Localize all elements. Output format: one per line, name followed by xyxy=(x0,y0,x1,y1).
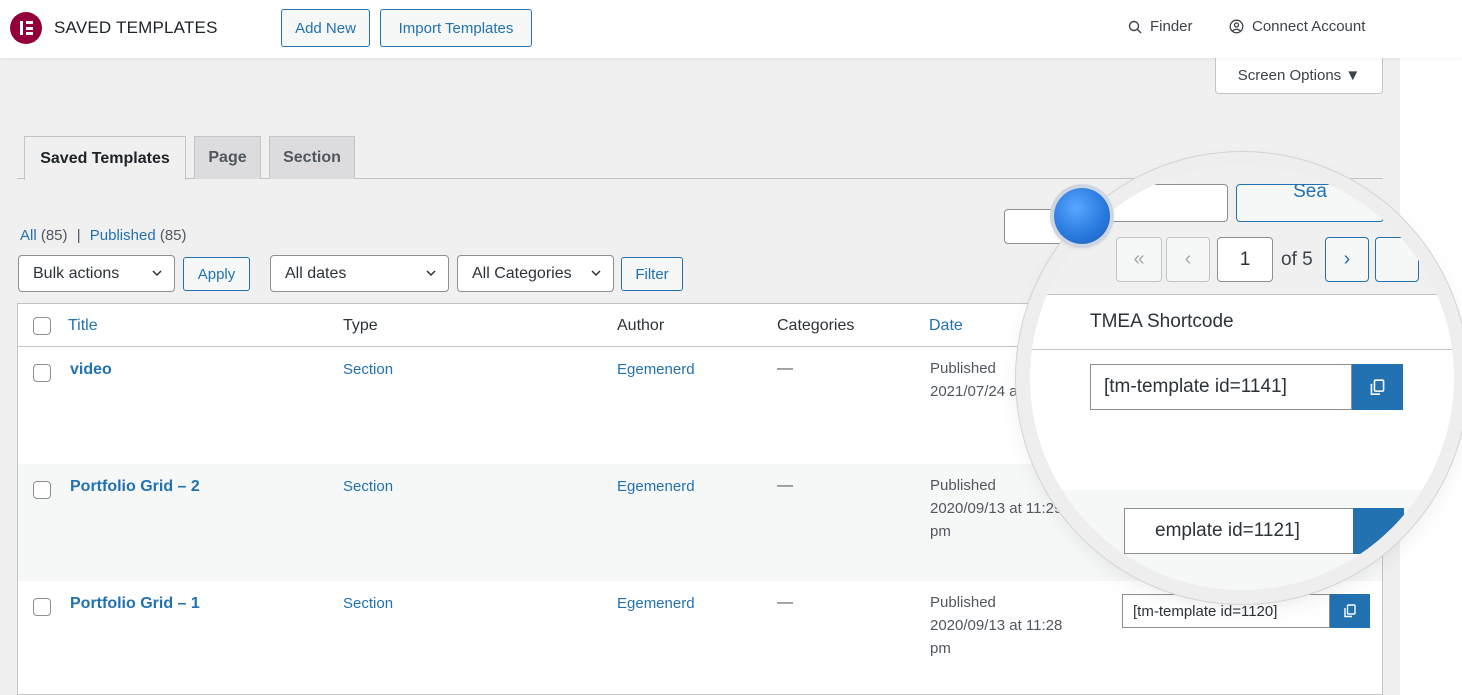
row-date-value: 2021/07/24 at xyxy=(930,383,1022,400)
connect-account-button[interactable]: Connect Account xyxy=(1229,18,1365,35)
separator: | xyxy=(76,227,81,244)
page-title: SAVED TEMPLATES xyxy=(54,18,218,37)
magnified-row: emplate id=1121] xyxy=(1030,490,1454,590)
apply-button[interactable]: Apply xyxy=(183,257,250,291)
shortcode-field: [tm-template id=1120] xyxy=(1122,594,1370,628)
tab-saved-templates[interactable]: Saved Templates xyxy=(24,136,186,180)
shortcode-input[interactable]: [tm-template id=1141] xyxy=(1090,364,1352,410)
column-type: Type xyxy=(343,317,378,334)
prev-page-button[interactable]: ‹ xyxy=(1166,237,1210,282)
column-categories: Categories xyxy=(777,317,855,334)
filter-published-link[interactable]: Published xyxy=(90,227,156,244)
copy-shortcode-button[interactable] xyxy=(1353,508,1404,554)
tab-section[interactable]: Section xyxy=(269,136,355,179)
table-row: Portfolio Grid – 1 Section Egemenerd — P… xyxy=(18,581,1382,694)
user-circle-icon xyxy=(1229,19,1244,34)
row-author-link[interactable]: Egemenerd xyxy=(617,361,695,378)
magnified-row: [tm-template id=1141] xyxy=(1030,350,1454,490)
copy-shortcode-button[interactable] xyxy=(1330,594,1370,628)
row-type-link[interactable]: Section xyxy=(343,361,393,378)
row-date: Published 2021/07/24 at xyxy=(930,357,1022,403)
last-page-button[interactable] xyxy=(1375,237,1419,282)
column-author: Author xyxy=(617,317,665,334)
select-all-checkbox[interactable] xyxy=(33,317,51,335)
row-checkbox[interactable] xyxy=(33,598,51,616)
row-date-suffix: pm xyxy=(930,640,951,657)
magnified-table-header: TMEA Shortcode xyxy=(1030,294,1454,350)
current-page-input[interactable]: 1 xyxy=(1217,237,1273,282)
copy-icon xyxy=(1344,604,1356,618)
chevron-down-icon xyxy=(152,270,162,277)
add-new-button[interactable]: Add New xyxy=(281,9,370,47)
bulk-actions-value: Bulk actions xyxy=(33,264,120,282)
next-page-button[interactable]: › xyxy=(1325,237,1369,282)
first-page-button[interactable]: « xyxy=(1116,237,1162,282)
import-templates-button[interactable]: Import Templates xyxy=(380,9,532,47)
column-date[interactable]: Date xyxy=(929,317,963,335)
page-count: of 5 xyxy=(1281,249,1313,270)
row-status: Published xyxy=(930,594,996,611)
row-status: Published xyxy=(930,360,996,377)
magnified-shortcode-field: [tm-template id=1141] xyxy=(1090,364,1403,410)
row-title-link[interactable]: video xyxy=(70,361,112,379)
row-categories: — xyxy=(777,477,793,494)
status-filter-links: All (85) | Published (85) xyxy=(20,227,187,244)
magnifier-handle-icon xyxy=(1054,188,1110,244)
row-type-link[interactable]: Section xyxy=(343,478,393,495)
dates-value: All dates xyxy=(285,264,347,282)
row-type-link[interactable]: Section xyxy=(343,595,393,612)
dates-select[interactable]: All dates xyxy=(270,255,449,292)
elementor-logo-icon xyxy=(10,12,42,44)
row-author-link[interactable]: Egemenerd xyxy=(617,595,695,612)
row-author-link[interactable]: Egemenerd xyxy=(617,478,695,495)
row-date: Published 2020/09/13 at 11:28 pm xyxy=(930,591,1062,660)
shortcode-input[interactable]: emplate id=1121] xyxy=(1124,508,1354,554)
row-categories: — xyxy=(777,360,793,377)
row-checkbox[interactable] xyxy=(33,364,51,382)
row-categories: — xyxy=(777,594,793,611)
chevron-down-icon xyxy=(591,270,601,277)
connect-account-label: Connect Account xyxy=(1252,18,1366,35)
categories-select[interactable]: All Categories xyxy=(457,255,614,292)
screen-options-button[interactable]: Screen Options ▼ xyxy=(1215,57,1383,94)
row-date-value: 2020/09/13 at 11:28 xyxy=(930,617,1063,634)
bulk-actions-select[interactable]: Bulk actions xyxy=(18,255,175,292)
row-title-link[interactable]: Portfolio Grid – 2 xyxy=(70,478,200,496)
row-title-link[interactable]: Portfolio Grid – 1 xyxy=(70,595,200,613)
magnified-search-button[interactable]: Sea xyxy=(1236,184,1384,222)
filter-all-link[interactable]: All xyxy=(20,227,37,244)
copy-shortcode-button[interactable] xyxy=(1352,364,1403,410)
search-icon xyxy=(1128,20,1142,33)
column-title[interactable]: Title xyxy=(68,317,98,335)
magnified-search-input[interactable] xyxy=(1108,184,1228,222)
row-checkbox[interactable] xyxy=(33,481,51,499)
finder-label: Finder xyxy=(1150,18,1193,35)
top-bar: SAVED TEMPLATES Add New Import Templates… xyxy=(0,0,1462,58)
filter-published-count: (85) xyxy=(159,227,187,244)
shortcode-input[interactable]: [tm-template id=1120] xyxy=(1122,594,1330,628)
finder-button[interactable]: Finder xyxy=(1128,18,1193,35)
column-tmea-shortcode: TMEA Shortcode xyxy=(1090,311,1234,332)
copy-icon xyxy=(1370,378,1385,395)
filter-all-count: (85) xyxy=(40,227,68,244)
chevron-down-icon xyxy=(426,270,436,277)
tab-page[interactable]: Page xyxy=(194,136,261,179)
categories-value: All Categories xyxy=(472,264,572,282)
filter-button[interactable]: Filter xyxy=(621,257,683,291)
